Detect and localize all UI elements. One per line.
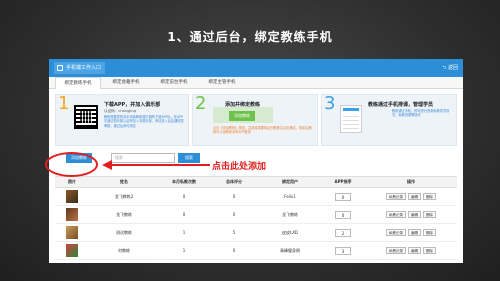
step-3-number: 3 [324,93,336,114]
step-1-card: 1 下载APP，并加入俱乐部 认证码：changjing 教练需要您的本手机版教… [55,93,189,146]
qr-code [74,105,98,129]
step-3-title: 教练通过手机排课，管理学员 [368,102,434,108]
coach-table: 照片 姓名 本月私教次数 总体评分 绑定用户 APP排序 操作 龙飞教练2 0 … [55,176,457,260]
back-icon: ⮌ [442,65,447,71]
step-1-number: 1 [58,93,70,114]
tab-bar: 绑定教练手机 绑定会籍手机 绑定前台手机 绑定主管手机 [49,77,463,89]
tab-bind-coach[interactable]: 绑定教练手机 [55,77,101,89]
app-entry-label: 手机端工作入口 [66,65,102,71]
callout-text: 点击此处添加 [212,162,267,172]
phone-icon [57,65,63,71]
col-name: 姓名 [89,176,159,188]
coach-user: 皮皮LXD [259,223,321,242]
table-header-row: 照片 姓名 本月私教次数 总体评分 绑定用户 APP排序 操作 [55,176,457,188]
coach-name: 测试教练 [89,223,159,242]
coach-user: Felix1 [259,187,321,206]
coach-name: 龙飞教练2 [89,187,159,206]
coach-photo [66,190,78,203]
delete-button[interactable]: 删除 [423,247,436,254]
top-bar: 手机端工作入口 ⮌ 返回 [49,59,463,77]
edit-button[interactable]: 编辑 [408,229,421,236]
red-arrow-icon [102,160,210,170]
coach-score: 0 [209,187,259,206]
edit-button[interactable]: 编辑 [408,193,421,200]
table-row: 龙飞教练 0 0 龙飞教练 0 私教记录 编辑 删除 [55,205,457,224]
coach-name: 龙飞教练 [89,205,159,224]
delete-button[interactable]: 删除 [423,193,436,200]
col-photo: 照片 [55,176,89,188]
col-score: 总体评分 [209,176,259,188]
coach-user: 青峰健身俱 [259,241,321,260]
step-3-card: 3 教练通过手机排课，管理学员 教练通过手机，即可进行查看私教学员情况，私教排课… [321,93,457,146]
back-button[interactable]: ⮌ 返回 [442,63,458,73]
delete-button[interactable]: 删除 [423,211,436,218]
step-2-number: 2 [195,93,207,114]
tab-bind-frontdesk[interactable]: 绑定前台手机 [151,77,197,89]
coach-name: 刘教练 [89,241,159,260]
tab-bind-manager[interactable]: 绑定主管手机 [199,77,245,89]
step-2-desc: 点击【添加教练】按钮，并选择需要绑定的教练并点击确定，绑定后教练可以用教练手机A… [213,126,312,135]
order-input[interactable]: 0 [335,192,351,201]
coach-score: 0 [209,241,259,260]
delete-button[interactable]: 删除 [423,229,436,236]
coach-score: 0 [209,205,259,224]
col-user: 绑定用户 [259,176,321,188]
phone-screenshot [340,105,362,133]
edit-button[interactable]: 编辑 [408,211,421,218]
edit-button[interactable]: 编辑 [408,247,421,254]
step-1-title: 下载APP，并加入俱乐部 [104,102,161,108]
records-button[interactable]: 私教记录 [386,193,406,200]
coach-count: 0 [159,205,209,224]
order-input[interactable]: 2 [335,228,351,237]
step-1-desc: 教练需要您的本手机版教练端已拥有下载APP后，在APP中通过俱乐部认证码加入本俱… [104,115,184,128]
col-count: 本月私教次数 [159,176,209,188]
order-input[interactable]: 0 [335,210,351,219]
order-input[interactable]: 3 [335,246,351,255]
col-order: APP排序 [321,176,365,188]
records-button[interactable]: 私教记录 [386,229,406,236]
coach-user: 龙飞教练 [259,205,321,224]
coach-photo [66,208,78,221]
step-3-desc: 教练通过手机，即可进行查看私教学员情况，私教排课等操作 [392,109,450,118]
step-2-add-button: 添加教练 [229,111,255,121]
records-button[interactable]: 私教记录 [386,211,406,218]
highlight-ellipse [45,152,98,177]
coach-count: 1 [159,241,209,260]
coach-count: 0 [159,187,209,206]
step-2-card: 2 添加并绑定教练 添加教练 点击【添加教练】按钮，并选择需要绑定的教练并点击确… [192,93,318,146]
coach-photo [66,244,78,257]
coach-count: 1 [159,223,209,242]
table-row: 测试教练 1 5 皮皮LXD 2 私教记录 编辑 删除 [55,223,457,242]
coach-photo [66,226,78,239]
steps-panel: 1 下载APP，并加入俱乐部 认证码：changjing 教练需要您的本手机版教… [55,93,457,146]
col-actions: 操作 [365,176,457,188]
coach-score: 5 [209,223,259,242]
records-button[interactable]: 私教记录 [386,247,406,254]
tab-bind-membership[interactable]: 绑定会籍手机 [103,77,149,89]
app-entry-button[interactable]: 手机端工作入口 [54,62,106,74]
table-row: 刘教练 1 0 青峰健身俱 3 私教记录 编辑 删除 [55,241,457,260]
slide-title: 1、通过后台，绑定教练手机 [167,30,333,44]
step-1-code: 认证码：changjing [104,109,136,113]
table-row: 龙飞教练2 0 0 Felix1 0 私教记录 编辑 删除 [55,187,457,206]
back-label: 返回 [447,65,458,71]
